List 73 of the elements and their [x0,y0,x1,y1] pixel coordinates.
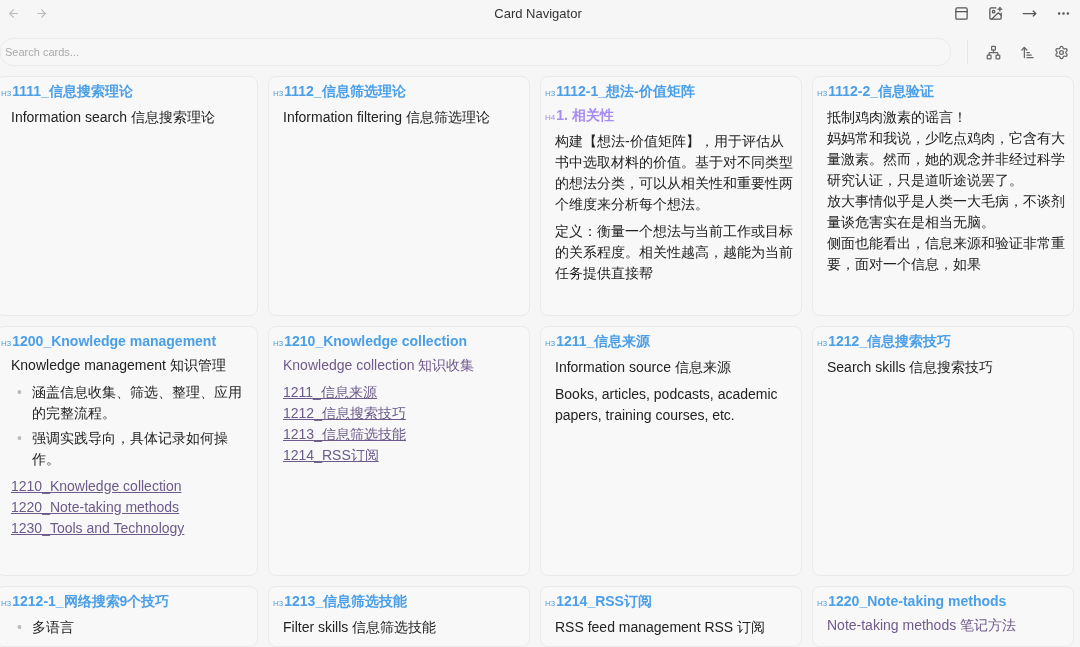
heading-level-tag: H3 [545,339,556,348]
bullet-marker: • [17,618,22,637]
note-card[interactable]: H3 1213_信息筛选技能 Filter skills 信息筛选技能 [268,586,530,647]
card-title: 1214_RSS订阅 [556,593,652,611]
heading-level-tag: H3 [1,89,12,98]
card-title: 1210_Knowledge collection [284,333,468,349]
settings-icon[interactable] [1052,43,1070,61]
card-title: 1211_信息来源 [556,333,651,351]
card-text: 构建【想法-价值矩阵】，用于评估从书中选取材料的价值。基于对不同类型的想法分类，可以从相关性和重要性两个维度来分析每个想法。 [555,132,793,214]
heading-level-tag: H4 [545,113,556,122]
note-link[interactable]: 1214_RSS订阅 [283,447,379,463]
note-link[interactable]: 1210_Knowledge collection [11,478,182,494]
card-text: 妈妈常和我说，少吃点鸡肉，它含有大量激素。然而，她的观念并非经过科学研究认证，只是道听途说罢了。 [827,129,1065,190]
card-title: 1212_信息搜索技巧 [828,333,952,351]
card-title: 1212-1_网络搜索9个技巧 [12,593,170,611]
card-text: 定义：衡量一个想法与当前工作或目标的关系程度。相关性越高，越能为当前任务提供直接帮 [555,222,793,283]
card-subheading: 1. 相关性 [556,107,614,125]
card-text: Search skills 信息搜索技巧 [827,358,995,377]
note-link[interactable]: 1230_Tools and Technology [11,520,185,536]
card-text: 抵制鸡肉激素的谣言！ [827,108,968,127]
search-field[interactable]: Search cards... [0,38,951,66]
card-title: 1213_信息筛选技能 [284,593,408,611]
card-title: 1220_Note-taking methods [828,593,1007,609]
card-text: Knowledge management 知识管理 [11,356,227,375]
card-text: Information filtering 信息筛选理论 [283,108,491,127]
card-text: 放大事情似乎是人类一大毛病，不谈剂量谈危害实在是相当无脑。 [827,192,1065,232]
card-text: 侧面也能看出，信息来源和验证非常重要，面对一个信息，如果 [827,234,1065,274]
card-text: Information search 信息搜索理论 [11,108,216,127]
bullet-item: 多语言 [31,618,74,637]
note-link[interactable]: 1211_信息来源 [283,384,377,400]
bullet-item: 涵盖信息收集、筛选、整理、应用的完整流程。 [31,383,243,423]
hierarchy-icon[interactable] [984,43,1002,61]
heading-level-tag: H3 [1,339,12,348]
bullet-marker: • [17,429,22,448]
note-card[interactable]: H3 1112_信息筛选理论 Information filtering 信息筛选理论 [268,76,530,316]
heading-level-tag: H3 [817,599,828,608]
card-text: RSS feed management RSS 订阅 [555,618,767,637]
card-text: Books, articles, podcasts, academic papers, training courses, etc. [555,385,779,425]
window-title: Card Navigator [494,5,582,21]
heading-level-tag: H3 [817,89,828,98]
note-card[interactable]: H3 1212_信息搜索技巧 Search skills 信息搜索技巧 [812,326,1074,576]
card-title: 1112-2_信息验证 [828,83,935,101]
note-card[interactable]: H3 1214_RSS订阅 RSS feed management RSS 订阅 [540,586,802,647]
note-card[interactable]: H3 1220_Note-taking methods Note-taking methods 笔记方法 [812,586,1074,647]
heading-level-tag: H3 [273,89,284,98]
card-title: 1200_Knowledge management [12,333,217,349]
note-link[interactable]: 1220_Note-taking methods [11,499,180,515]
heading-level-tag: H3 [273,339,284,348]
bullet-marker: • [17,383,22,402]
card-title: 1112-1_想法-价值矩阵 [556,83,695,101]
image-plus-icon[interactable] [986,4,1004,22]
note-card[interactable]: H3 1111_信息搜索理论 Information search 信息搜索理论 [0,76,258,316]
heading-level-tag: H3 [545,599,556,608]
card-title: 1111_信息搜索理论 [12,83,133,101]
bullet-item: 强调实践导向，具体记录如何操作。 [31,429,229,469]
card-text: Note-taking methods 笔记方法 [827,616,1018,635]
heading-level-tag: H3 [817,339,828,348]
note-card[interactable]: H3 1200_Knowledge management Knowledge management 知识管理 • 涵盖信息收集、筛选、整理、应用的完整流程。 • 强调实践导向，具体记录如何操作。 1210_Knowledge collection 1220_Note-taking methods 1230_Tools and Technology [0,326,258,576]
note-card[interactable]: H3 1211_信息来源 Information source 信息来源 Books, articles, podcasts, academic papers, training courses, etc. [540,326,802,576]
note-link[interactable]: 1213_信息筛选技能 [283,426,406,442]
card-title: 1112_信息筛选理论 [284,83,406,101]
card-text: Knowledge collection 知识收集 [283,356,476,375]
card-text: Information source 信息来源 [555,358,732,377]
note-card[interactable]: H3 1210_Knowledge collection Knowledge collection 知识收集 1211_信息来源 1212_信息搜索技巧 1213_信息筛选技能 1214_RSS订阅 [268,326,530,576]
note-card[interactable]: H3 1112-1_想法-价值矩阵 H4 1. 相关性 构建【想法-价值矩阵】，用于评估从书中选取材料的价值。基于对不同类型的想法分类，可以从相关性和重要性两个维度来分析每个想法。 定义：衡量一个想法与当前工作或目标的关系程度。相关性越高，越能为当前任务提供直接帮 [540,76,802,316]
note-card[interactable]: H3 1212-1_网络搜索9个技巧 • 多语言 [0,586,258,647]
heading-level-tag: H3 [273,599,284,608]
note-card[interactable]: H3 1112-2_信息验证 抵制鸡肉激素的谣言！ 妈妈常和我说，少吃点鸡肉，它含有大量激素。然而，她的观念并非经过科学研究认证，只是道听途说罢了。 放大事情似乎是人类一大毛病，不谈剂量谈危害实在是相当无脑。 侧面也能看出，信息来源和验证非常重要，面对一个信息，如果 [812,76,1074,316]
heading-level-tag: H3 [545,89,556,98]
layout-icon[interactable] [952,4,970,22]
note-link[interactable]: 1212_信息搜索技巧 [283,405,406,421]
card-text: Filter skills 信息筛选技能 [283,618,438,637]
heading-level-tag: H3 [1,599,12,608]
